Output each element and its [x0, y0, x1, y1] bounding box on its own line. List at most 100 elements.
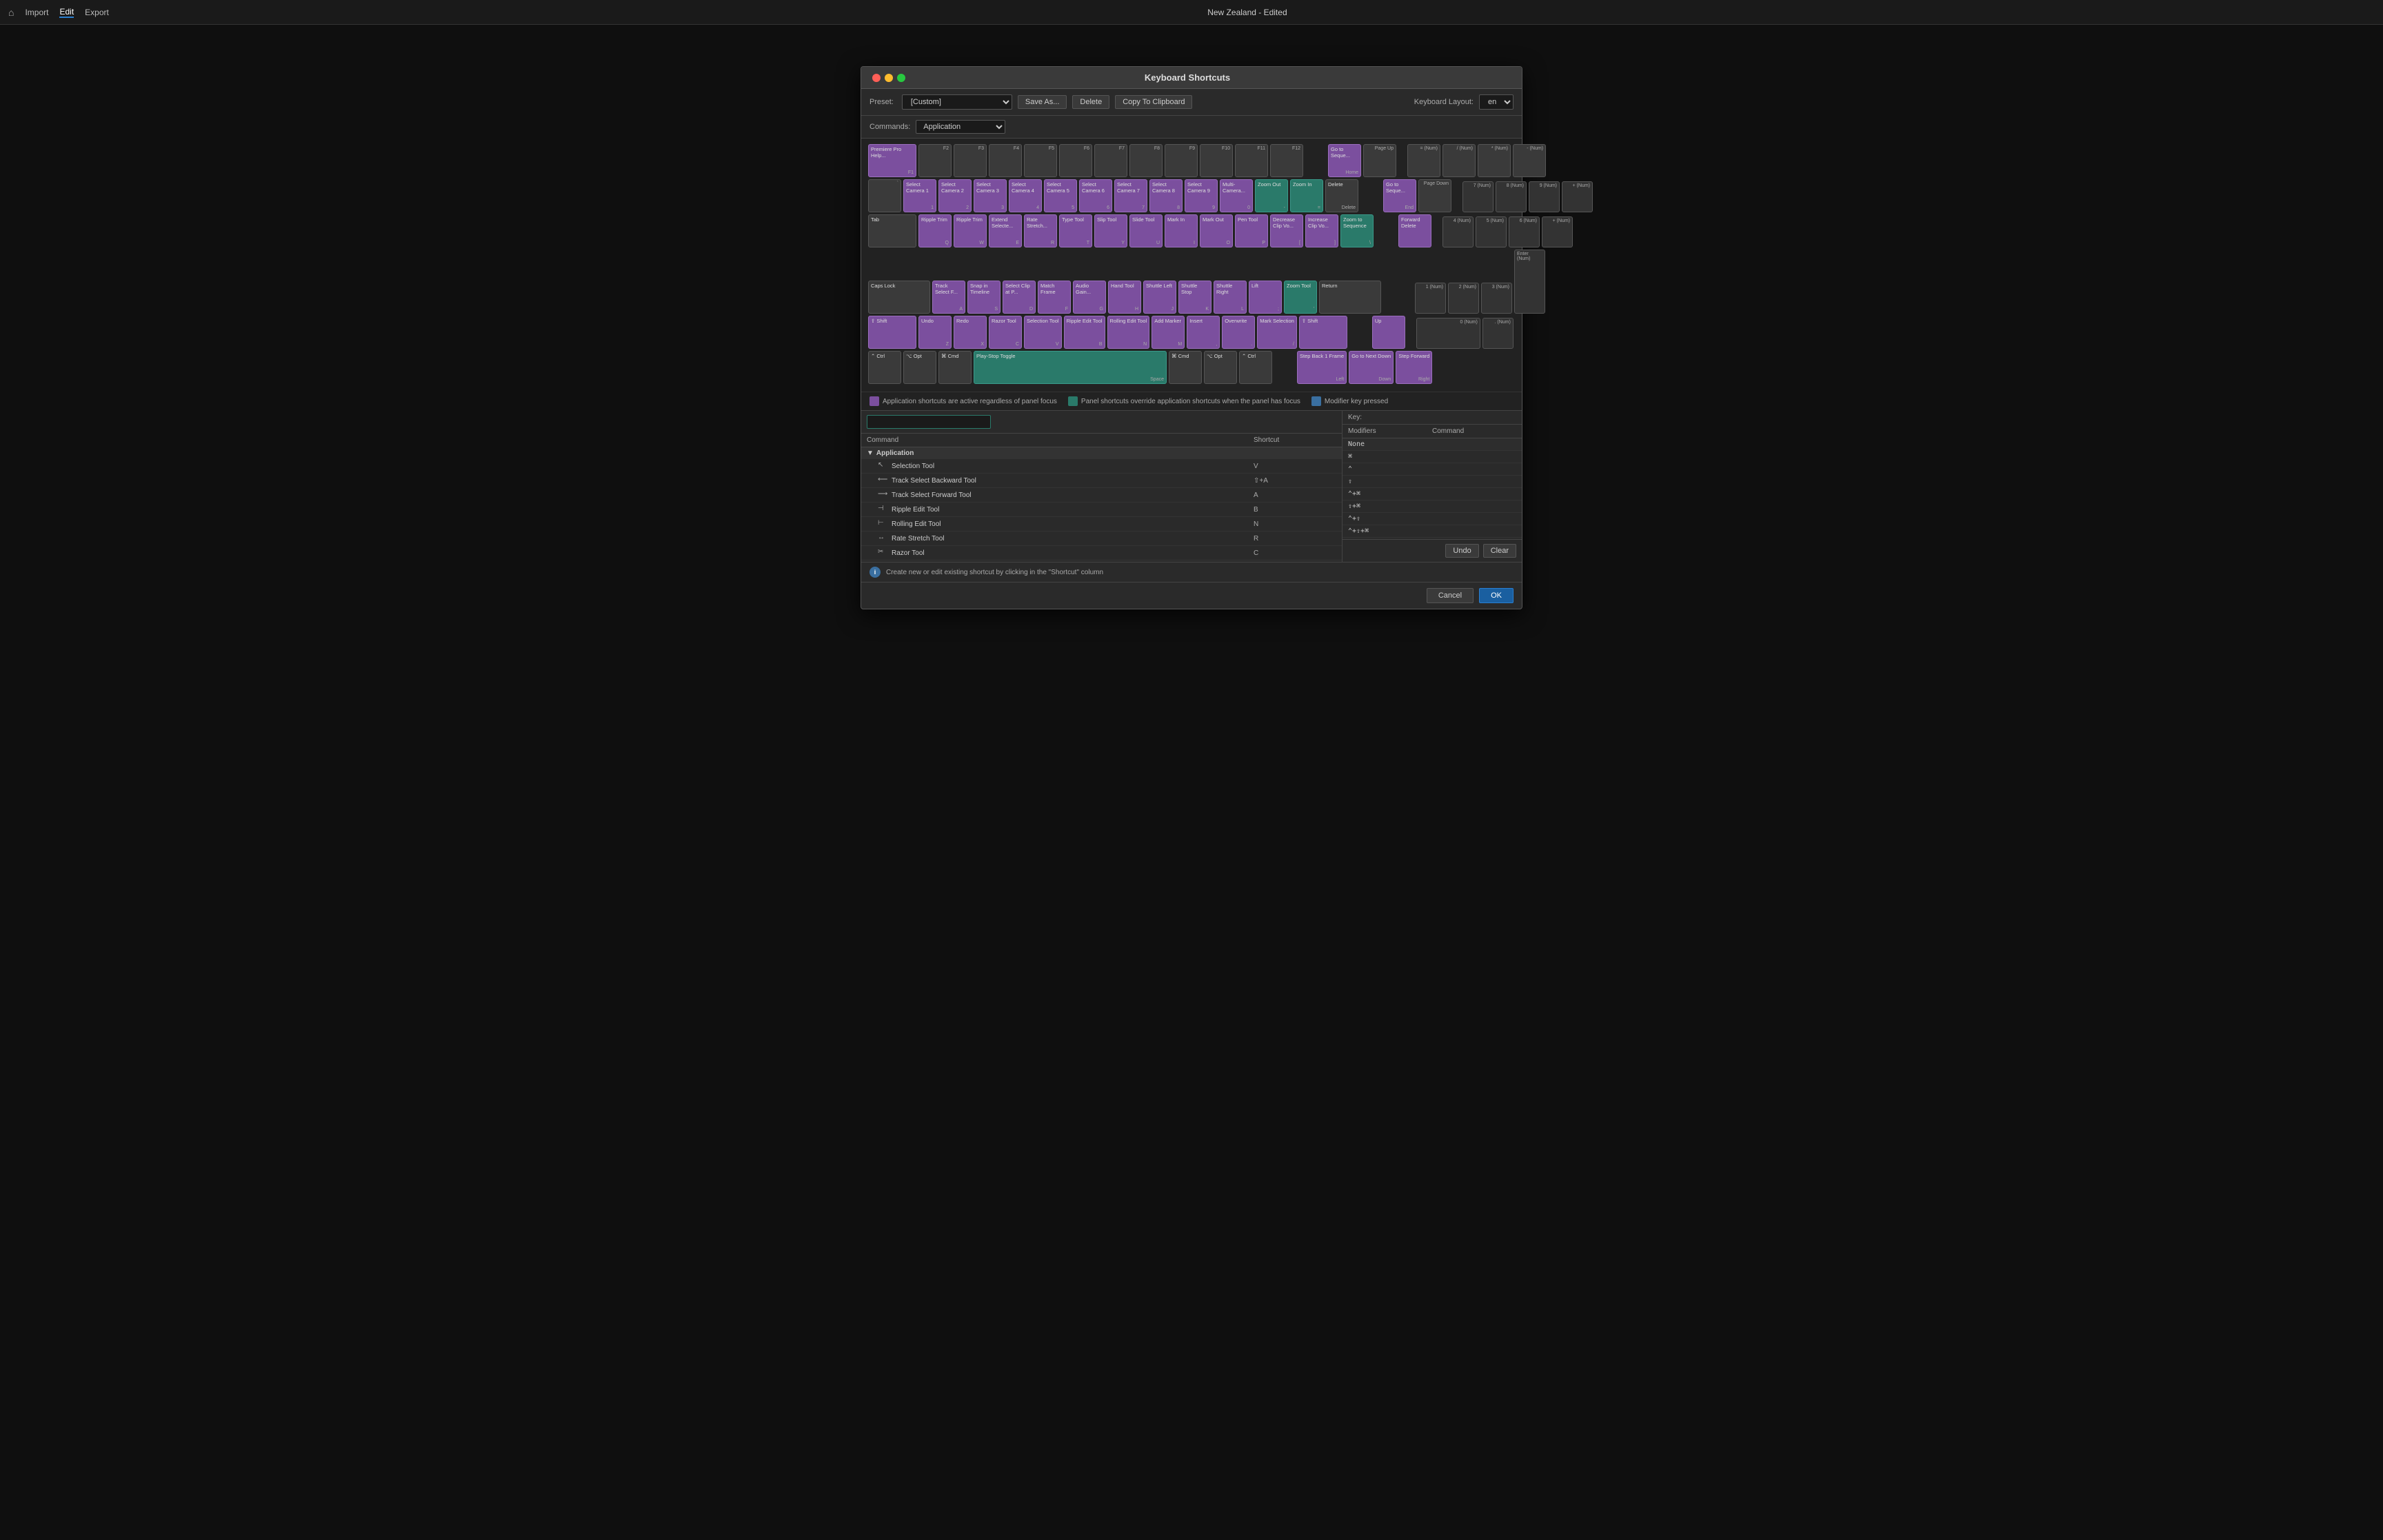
- key-g[interactable]: Audio Gain... G: [1073, 281, 1106, 314]
- key-h[interactable]: Hand Tool H: [1108, 281, 1141, 314]
- key-num-1[interactable]: 1 (Num): [1415, 283, 1446, 314]
- key-l[interactable]: Shuttle Right L: [1214, 281, 1247, 314]
- key-up[interactable]: Up: [1372, 316, 1405, 349]
- key-d[interactable]: Select Clip at P... D: [1003, 281, 1036, 314]
- key-shift-r[interactable]: ⇧ Shift: [1299, 316, 1347, 349]
- key-cmd-l[interactable]: ⌘ Cmd: [938, 351, 972, 384]
- key-f4[interactable]: F4: [989, 144, 1022, 177]
- key-capslock[interactable]: Caps Lock: [868, 281, 930, 314]
- item-shortcut-4[interactable]: N: [1254, 520, 1336, 528]
- keyboard-layout-select[interactable]: en: [1479, 94, 1514, 110]
- key-3[interactable]: Select Camera 3 3: [974, 179, 1007, 212]
- key-num-9[interactable]: 9 (Num): [1529, 181, 1560, 212]
- key-num-plus[interactable]: + (Num): [1562, 181, 1593, 212]
- modifier-item-ctrl-shift[interactable]: ⌃+⇧: [1343, 513, 1522, 525]
- home-icon[interactable]: ⌂: [8, 7, 14, 18]
- modifier-item-none[interactable]: None: [1343, 438, 1522, 451]
- key-f10[interactable]: F10: [1200, 144, 1233, 177]
- key-u[interactable]: Slide Tool U: [1129, 214, 1163, 247]
- key-comma[interactable]: Insert ,: [1187, 316, 1220, 349]
- key-ctrl-r[interactable]: ⌃ Ctrl: [1239, 351, 1272, 384]
- modifier-item-ctrl[interactable]: ⌃: [1343, 463, 1522, 476]
- key-num-7[interactable]: 7 (Num): [1462, 181, 1494, 212]
- key-4[interactable]: Select Camera 4 4: [1009, 179, 1042, 212]
- undo-button[interactable]: Undo: [1445, 544, 1478, 558]
- list-item[interactable]: ⊣ Ripple Edit Tool B: [861, 503, 1342, 517]
- list-item[interactable]: ⇔ Slip Tool Y: [861, 560, 1342, 562]
- key-f3[interactable]: F3: [954, 144, 987, 177]
- item-shortcut-1[interactable]: ⇧+A: [1254, 477, 1336, 485]
- key-period[interactable]: Overwrite .: [1222, 316, 1255, 349]
- key-opt-r[interactable]: ⌥ Opt: [1204, 351, 1237, 384]
- key-v[interactable]: Selection Tool V: [1024, 316, 1062, 349]
- key-end[interactable]: Go to Seque... End: [1383, 179, 1416, 212]
- key-f5[interactable]: F5: [1024, 144, 1057, 177]
- key-num-4[interactable]: 4 (Num): [1442, 216, 1474, 247]
- key-cmd-r[interactable]: ⌘ Cmd: [1169, 351, 1202, 384]
- key-num-enter[interactable]: Enter (Num): [1514, 250, 1545, 314]
- key-num-8[interactable]: 8 (Num): [1496, 181, 1527, 212]
- item-shortcut-3[interactable]: B: [1254, 506, 1336, 514]
- key-e[interactable]: Extend Selecte... E: [989, 214, 1022, 247]
- key-5[interactable]: Select Camera 5 5: [1044, 179, 1077, 212]
- modifier-item-cmd[interactable]: ⌘: [1343, 451, 1522, 463]
- modifier-item-shift-cmd[interactable]: ⇧+⌘: [1343, 500, 1522, 513]
- key-num-div[interactable]: / (Num): [1442, 144, 1476, 177]
- preset-select[interactable]: [Custom]: [902, 94, 1012, 110]
- list-item[interactable]: ↔ Rate Stretch Tool R: [861, 531, 1342, 546]
- minimize-button[interactable]: [885, 74, 893, 82]
- key-left[interactable]: Step Back 1 Frame Left: [1297, 351, 1347, 384]
- key-j[interactable]: Shuttle Left J: [1143, 281, 1176, 314]
- key-f1[interactable]: Premiere Pro Help... F1: [868, 144, 916, 177]
- search-input[interactable]: [867, 415, 991, 429]
- key-backslash[interactable]: Zoom to Sequence \: [1340, 214, 1374, 247]
- key-minus[interactable]: Zoom Out -: [1255, 179, 1288, 212]
- key-shift-l[interactable]: ⇧ Shift: [868, 316, 916, 349]
- key-w[interactable]: Ripple Trim W: [954, 214, 987, 247]
- key-down[interactable]: Go to Next Down Down: [1349, 351, 1394, 384]
- key-num-dot[interactable]: . (Num): [1482, 318, 1514, 349]
- key-b[interactable]: Ripple Edit Tool B: [1064, 316, 1105, 349]
- key-p[interactable]: Pen Tool P: [1235, 214, 1268, 247]
- key-slash[interactable]: Mark Selection /: [1257, 316, 1297, 349]
- key-i[interactable]: Mark In I: [1165, 214, 1198, 247]
- key-num-6[interactable]: 6 (Num): [1509, 216, 1540, 247]
- commands-select[interactable]: Application: [916, 120, 1005, 134]
- key-f12[interactable]: F12: [1270, 144, 1303, 177]
- key-q[interactable]: Ripple Trim Q: [918, 214, 952, 247]
- key-home[interactable]: Go to Seque... Home: [1328, 144, 1361, 177]
- key-backtick[interactable]: `: [868, 179, 901, 212]
- nav-export[interactable]: Export: [85, 8, 109, 17]
- list-item[interactable]: ⊢ Rolling Edit Tool N: [861, 517, 1342, 531]
- key-z[interactable]: Undo Z: [918, 316, 952, 349]
- key-k[interactable]: Shuttle Stop K: [1178, 281, 1211, 314]
- key-f6[interactable]: F6: [1059, 144, 1092, 177]
- key-delete[interactable]: Delete Delete: [1325, 179, 1358, 212]
- key-f8[interactable]: F8: [1129, 144, 1163, 177]
- key-num-5[interactable]: 5 (Num): [1476, 216, 1507, 247]
- cancel-button[interactable]: Cancel: [1427, 588, 1474, 603]
- key-return[interactable]: Return: [1319, 281, 1381, 314]
- nav-edit[interactable]: Edit: [59, 7, 74, 18]
- delete-button[interactable]: Delete: [1072, 95, 1109, 109]
- key-1[interactable]: Select Camera 1 1: [903, 179, 936, 212]
- key-ctrl-l[interactable]: ⌃ Ctrl: [868, 351, 901, 384]
- key-8[interactable]: Select Camera 8 8: [1149, 179, 1183, 212]
- list-item[interactable]: ⟵ Track Select Backward Tool ⇧+A: [861, 474, 1342, 488]
- key-0[interactable]: Multi-Camera... 0: [1220, 179, 1253, 212]
- modifier-item-shift[interactable]: ⇧: [1343, 476, 1522, 488]
- key-2[interactable]: Select Camera 2 2: [938, 179, 972, 212]
- key-pageup[interactable]: Page Up: [1363, 144, 1396, 177]
- list-item[interactable]: ⟶ Track Select Forward Tool A: [861, 488, 1342, 503]
- modifier-item-ctrl-shift-cmd[interactable]: ⌃+⇧+⌘: [1343, 525, 1522, 538]
- key-bracket-r[interactable]: Increase Clip Vo... ]: [1305, 214, 1338, 247]
- key-7[interactable]: Select Camera 7 7: [1114, 179, 1147, 212]
- list-item[interactable]: ↖ Selection Tool V: [861, 459, 1342, 474]
- key-f11[interactable]: F11: [1235, 144, 1268, 177]
- key-m[interactable]: Add Marker M: [1152, 316, 1185, 349]
- clear-button[interactable]: Clear: [1483, 544, 1516, 558]
- key-num-eq[interactable]: = (Num): [1407, 144, 1440, 177]
- key-space[interactable]: Play-Stop Toggle Space: [974, 351, 1167, 384]
- item-shortcut-2[interactable]: A: [1254, 492, 1336, 499]
- item-shortcut-5[interactable]: R: [1254, 535, 1336, 543]
